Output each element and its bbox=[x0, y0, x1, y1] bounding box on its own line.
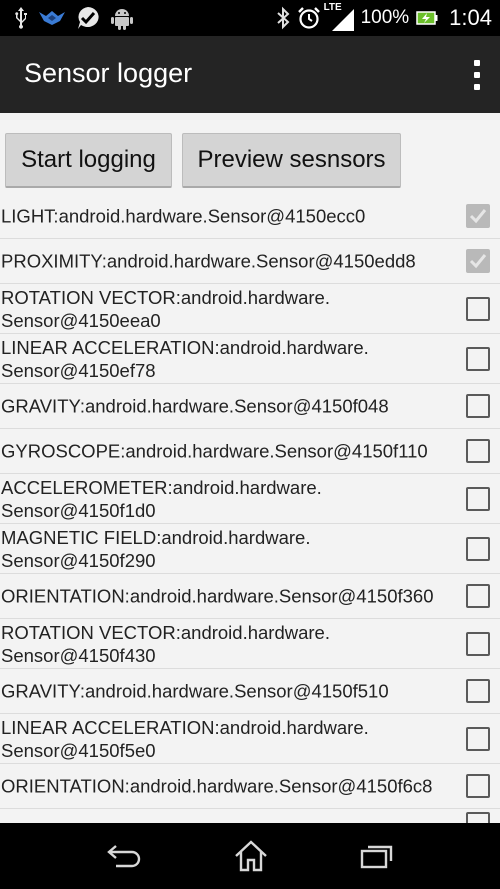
sensor-row[interactable]: LIGHT:android.hardware.Sensor@4150ecc0 bbox=[0, 194, 500, 239]
back-icon[interactable] bbox=[106, 843, 142, 869]
sensor-row[interactable]: ACCELEROMETER:android.hardware. Sensor@4… bbox=[0, 474, 500, 524]
sensor-checkbox[interactable] bbox=[466, 486, 490, 511]
sensor-checkbox[interactable] bbox=[466, 774, 490, 798]
sensor-row[interactable] bbox=[0, 809, 500, 823]
sensor-checkbox[interactable] bbox=[466, 249, 490, 273]
sensor-label: ACCELEROMETER:android.hardware. Sensor@4… bbox=[1, 476, 322, 521]
sensor-checkbox[interactable] bbox=[466, 346, 490, 371]
checkmark-icon bbox=[469, 254, 487, 269]
sensor-checkbox[interactable] bbox=[466, 296, 490, 321]
battery-percent: 100% bbox=[360, 7, 410, 28]
sensor-checkbox[interactable] bbox=[466, 394, 490, 418]
home-icon[interactable] bbox=[234, 840, 268, 872]
navigation-bar bbox=[0, 823, 500, 889]
sensor-checkbox[interactable] bbox=[466, 536, 490, 561]
battery-charging-icon bbox=[416, 9, 438, 27]
sensor-row[interactable]: GRAVITY:android.hardware.Sensor@4150f048 bbox=[0, 384, 500, 429]
sensor-label: ORIENTATION:android.hardware.Sensor@4150… bbox=[1, 585, 434, 607]
sensor-row[interactable]: LINEAR ACCELERATION:android.hardware. Se… bbox=[0, 334, 500, 384]
sensor-label: MAGNETIC FIELD:android.hardware. Sensor@… bbox=[1, 526, 311, 571]
sensor-label: ORIENTATION:android.hardware.Sensor@4150… bbox=[1, 775, 433, 797]
usb-icon bbox=[14, 7, 28, 29]
action-bar: Sensor logger bbox=[0, 36, 500, 113]
overflow-menu-icon[interactable] bbox=[470, 60, 484, 90]
android-icon bbox=[110, 6, 134, 30]
clock: 1:04 bbox=[449, 5, 492, 30]
app-title: Sensor logger bbox=[24, 58, 193, 88]
sensor-checkbox[interactable] bbox=[466, 439, 490, 463]
sensor-row[interactable]: PROXIMITY:android.hardware.Sensor@4150ed… bbox=[0, 239, 500, 284]
sensor-checkbox[interactable] bbox=[466, 584, 490, 608]
system-icons: LTE 100% 1:04 bbox=[276, 2, 492, 32]
sensor-row[interactable]: MAGNETIC FIELD:android.hardware. Sensor@… bbox=[0, 524, 500, 574]
sensor-row[interactable]: ROTATION VECTOR:android.hardware. Sensor… bbox=[0, 619, 500, 669]
sensor-label: GRAVITY:android.hardware.Sensor@4150f048 bbox=[1, 395, 389, 417]
sensor-label: LINEAR ACCELERATION:android.hardware. Se… bbox=[1, 336, 369, 381]
bluetooth-icon bbox=[276, 6, 290, 30]
network-type-label: LTE bbox=[323, 2, 342, 13]
alarm-icon bbox=[297, 6, 321, 30]
sensor-row[interactable]: ROTATION VECTOR:android.hardware. Sensor… bbox=[0, 284, 500, 334]
preview-sensors-button[interactable]: Preview sesnsors bbox=[182, 133, 401, 188]
sensor-label: GRAVITY:android.hardware.Sensor@4150f510 bbox=[1, 680, 389, 702]
sensor-checkbox[interactable] bbox=[466, 631, 490, 656]
sensor-row[interactable]: GYROSCOPE:android.hardware.Sensor@4150f1… bbox=[0, 429, 500, 474]
bird-icon bbox=[38, 7, 66, 29]
sensor-row[interactable]: GRAVITY:android.hardware.Sensor@4150f510 bbox=[0, 669, 500, 714]
notification-icons bbox=[14, 6, 134, 30]
sensor-checkbox[interactable] bbox=[466, 679, 490, 703]
signal-icon: LTE bbox=[324, 2, 354, 31]
checkmark-icon bbox=[469, 209, 487, 224]
sensor-label: ROTATION VECTOR:android.hardware. Sensor… bbox=[1, 621, 330, 666]
sensor-label: LIGHT:android.hardware.Sensor@4150ecc0 bbox=[1, 205, 366, 227]
sensor-checkbox[interactable] bbox=[466, 811, 490, 823]
sensor-label: ROTATION VECTOR:android.hardware. Sensor… bbox=[1, 286, 330, 331]
sensor-row[interactable]: LINEAR ACCELERATION:android.hardware. Se… bbox=[0, 714, 500, 764]
status-bar: LTE 100% 1:04 bbox=[0, 0, 500, 36]
sensor-checkbox[interactable] bbox=[466, 726, 490, 751]
sensor-checkbox[interactable] bbox=[466, 204, 490, 228]
sensor-row[interactable]: ORIENTATION:android.hardware.Sensor@4150… bbox=[0, 574, 500, 619]
recent-apps-icon[interactable] bbox=[360, 843, 394, 869]
sensor-label: LINEAR ACCELERATION:android.hardware. Se… bbox=[1, 716, 369, 761]
sensor-row[interactable]: ORIENTATION:android.hardware.Sensor@4150… bbox=[0, 764, 500, 809]
sensor-label: GYROSCOPE:android.hardware.Sensor@4150f1… bbox=[1, 440, 428, 462]
sensor-list[interactable]: LIGHT:android.hardware.Sensor@4150ecc0 PR… bbox=[0, 194, 500, 823]
main-content: Start logging Preview sesnsors LIGHT:and… bbox=[0, 113, 500, 823]
sensor-label: PROXIMITY:android.hardware.Sensor@4150ed… bbox=[1, 250, 416, 272]
start-logging-button[interactable]: Start logging bbox=[5, 133, 172, 188]
check-bubble-icon bbox=[76, 6, 100, 30]
